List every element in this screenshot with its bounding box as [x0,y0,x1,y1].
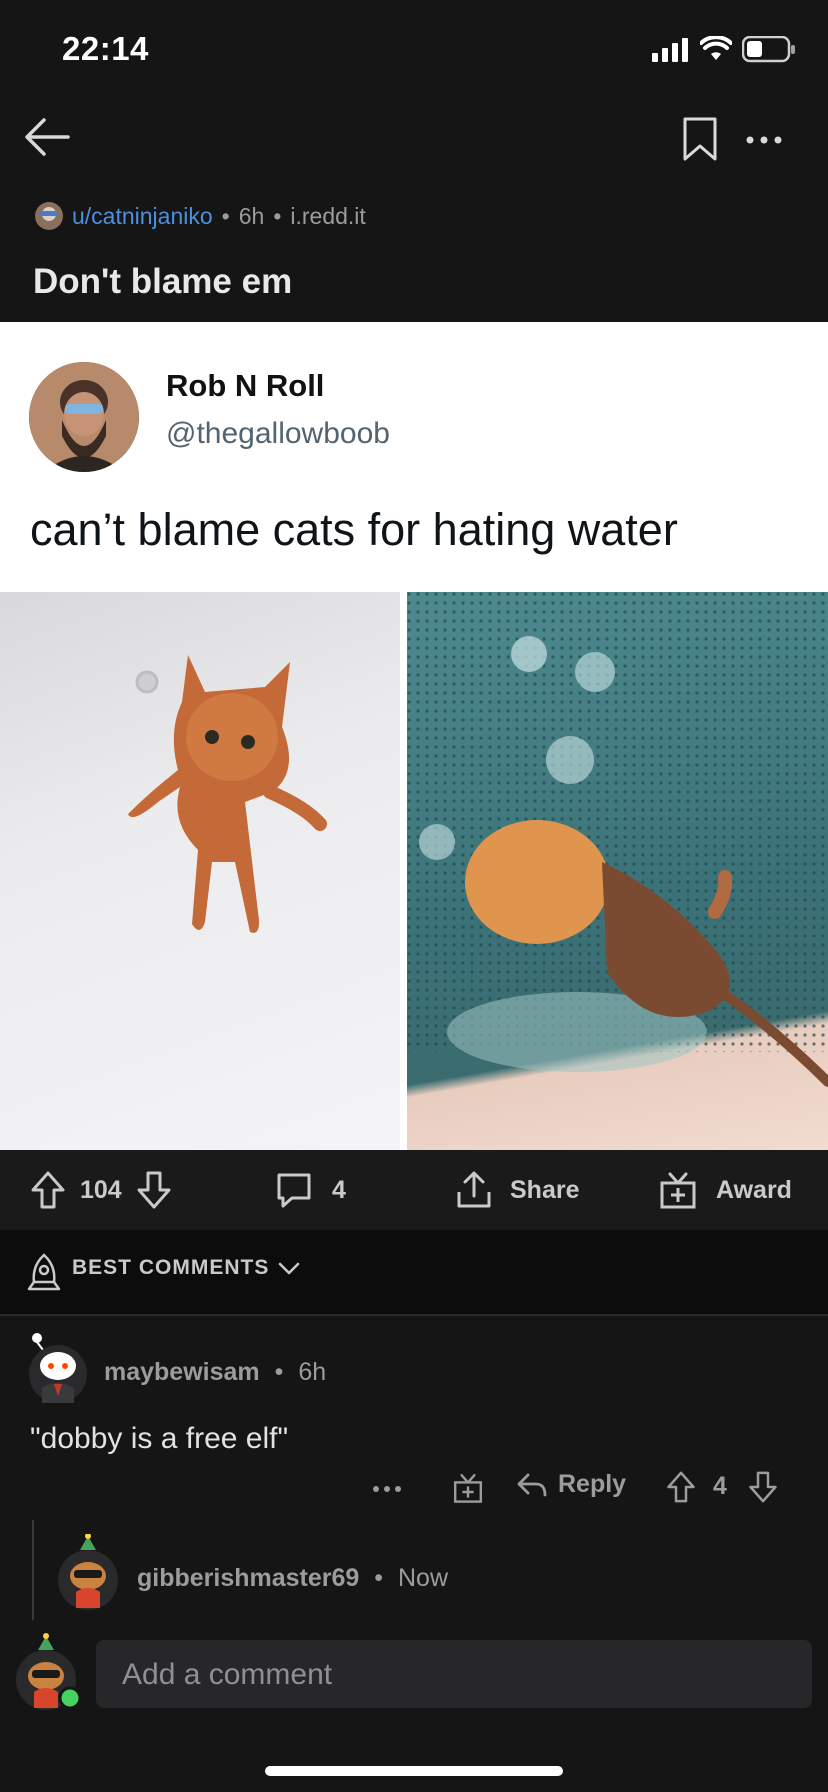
status-bar: 22:14 [0,0,828,100]
separator-dot: • [274,1358,284,1386]
wifi-icon [700,36,732,60]
comment-award-icon[interactable] [452,1472,484,1504]
share-button[interactable]: Share [454,1150,579,1230]
comment-count: 4 [332,1175,346,1204]
comment-age: 6h [298,1358,327,1386]
share-label: Share [510,1175,580,1204]
post-nav-bar [0,100,828,190]
thread-line [32,1520,34,1620]
upvote-arrow-icon[interactable] [30,1170,66,1210]
vote-count: 104 [80,1175,122,1204]
reply-arrow-icon [517,1473,547,1496]
current-user-avatar[interactable] [14,1632,82,1712]
wet-cat-photo-left [0,592,400,1150]
post-author[interactable]: u/catninjaniko [72,203,213,230]
reply-button[interactable]: Reply [516,1470,626,1499]
add-comment-input[interactable]: Add a comment [96,1640,812,1708]
comment-score: 4 [713,1472,727,1500]
wet-kitten-photo-right [407,592,828,1150]
cellular-signal-icon [652,38,688,62]
battery-icon [742,36,795,63]
sort-label: BEST COMMENTS [72,1256,270,1279]
comments-button[interactable]: 4 [274,1150,346,1230]
gift-icon [660,1172,696,1209]
tweet-author-name: Rob N Roll [166,368,325,403]
award-button[interactable]: Award [658,1150,792,1230]
post-age: 6h [238,202,265,229]
downvote-arrow-icon[interactable] [136,1170,172,1210]
comment-bubble-icon [277,1173,311,1208]
separator-dot: • [273,202,282,229]
post-meta: u/catninjaniko • 6h • i.redd.it [34,200,366,232]
comment-author[interactable]: maybewisam [104,1358,260,1386]
tweet-avatar [29,362,139,472]
chevron-down-icon [278,1262,300,1275]
rocket-icon [27,1253,61,1291]
reply-label: Reply [558,1470,627,1498]
post-title: Don't blame em [33,262,293,301]
comment-downvote-icon[interactable] [748,1470,778,1504]
back-arrow-icon[interactable] [22,112,72,162]
author-avatar[interactable] [34,201,64,231]
post-action-bar: 104 4 Share Award [0,1150,828,1230]
post-image[interactable]: Rob N Roll @thegallowboob can’t blame ca… [0,322,828,1150]
commenter-avatar[interactable] [24,1330,88,1406]
reply-author-avatar [56,1533,120,1610]
reply-age: Now [398,1564,449,1592]
vote-controls: 104 [30,1150,172,1230]
separator-dot: • [374,1564,384,1592]
tweet-text: can’t blame cats for hating water [30,504,678,555]
comment-body: "dobby is a free elf" [30,1422,289,1455]
save-bookmark-icon[interactable] [682,116,718,162]
reply-author: gibberishmaster69 [137,1564,360,1592]
more-options-icon[interactable] [744,134,784,146]
reply-meta: gibberishmaster69 • Now [137,1564,448,1593]
divider [0,1314,828,1316]
share-icon [457,1171,491,1208]
home-indicator[interactable] [265,1766,563,1776]
comment-actions: Reply 4 [0,1462,828,1512]
comment-meta: maybewisam • 6h [104,1358,326,1387]
tweet-author-handle: @thegallowboob [166,417,390,450]
comment-upvote-icon[interactable] [666,1470,696,1504]
separator-dot: • [221,202,230,229]
status-time: 22:14 [62,30,149,67]
comment-sort-bar[interactable]: BEST COMMENTS [0,1230,828,1314]
award-label: Award [716,1175,792,1204]
comment-more-icon[interactable] [372,1485,402,1493]
add-comment-placeholder: Add a comment [122,1658,333,1691]
post-domain[interactable]: i.redd.it [290,203,365,230]
